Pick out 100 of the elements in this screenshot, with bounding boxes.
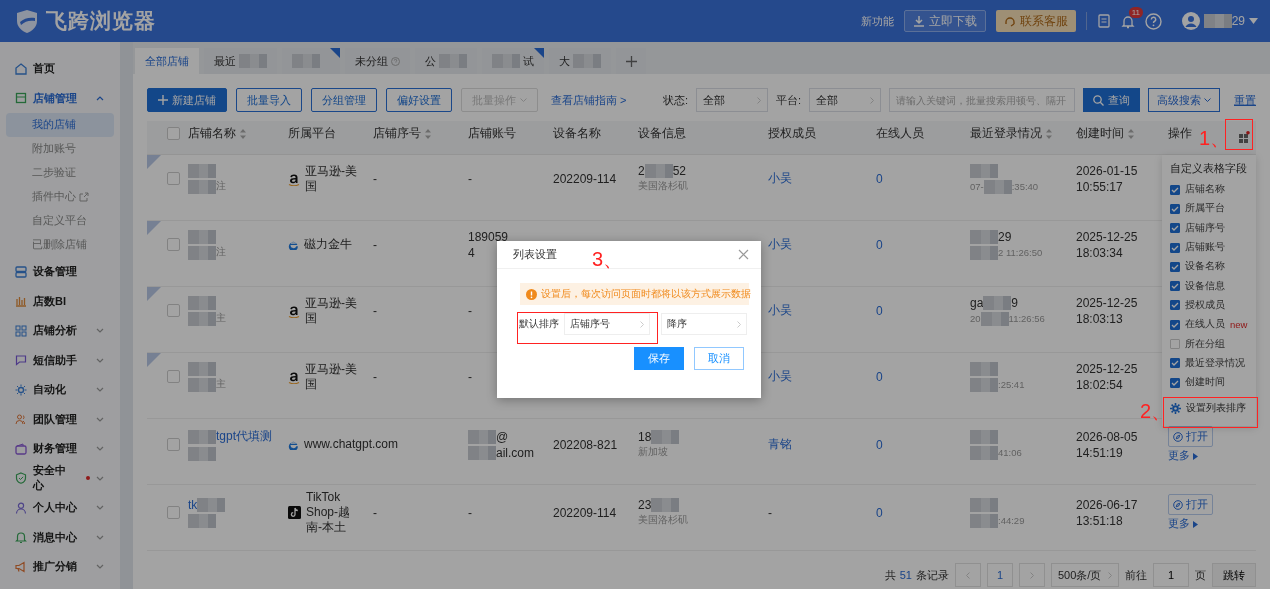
toolbar-button[interactable]: 偏好设置 <box>386 88 452 112</box>
member-link[interactable]: 青铭 <box>768 436 868 453</box>
sort-icon <box>1046 128 1052 139</box>
query-button[interactable]: 查询 <box>1083 88 1140 112</box>
column-option[interactable]: 设备名称 <box>1170 257 1256 277</box>
created-time: 2025-12-25 <box>1076 295 1139 310</box>
member-link[interactable]: 小吴 <box>768 302 868 320</box>
column-option[interactable]: 所属平台 <box>1170 199 1256 219</box>
checkbox[interactable] <box>1170 319 1180 330</box>
row-checkbox[interactable] <box>167 438 180 451</box>
sidebar-item[interactable]: 店数BI <box>6 286 114 316</box>
jump-button[interactable]: 跳转 <box>1212 563 1256 587</box>
checkbox[interactable] <box>1170 223 1180 234</box>
select-all-checkbox[interactable] <box>167 127 180 140</box>
more-link[interactable]: 更多 <box>1168 449 1256 463</box>
reset-link[interactable]: 重置 <box>1234 92 1256 108</box>
checkbox[interactable] <box>1170 281 1180 292</box>
column-option[interactable]: 设备信息 <box>1170 276 1256 296</box>
row-checkbox[interactable] <box>167 506 180 519</box>
column-option[interactable]: 店铺账号 <box>1170 237 1256 258</box>
select-field[interactable]: 降序 <box>661 313 747 335</box>
sidebar-item[interactable]: 推广分销 <box>6 552 114 582</box>
column-option[interactable]: 最近登录情况 <box>1170 353 1256 373</box>
sortable-column-header[interactable]: 最近登录情况 <box>970 125 1052 142</box>
checkbox[interactable] <box>1170 358 1180 369</box>
avatar-icon <box>1181 12 1200 30</box>
page-button[interactable]: 1 <box>987 563 1013 587</box>
sidebar-item[interactable]: 设备管理 <box>6 257 114 287</box>
created-time: 2025-12-25 <box>1076 361 1139 376</box>
row-checkbox[interactable] <box>167 304 180 318</box>
page-input[interactable]: 1 <box>1153 563 1189 587</box>
checkbox[interactable] <box>1170 300 1180 311</box>
sidebar-subitem[interactable]: 插件中心 <box>6 185 114 209</box>
new-features-link[interactable]: 新功能 <box>860 13 894 29</box>
redaction-block <box>970 245 998 260</box>
save-button[interactable]: 保存 <box>634 347 684 370</box>
sidebar-item[interactable]: 店铺分析 <box>6 316 114 346</box>
sidebar-item[interactable]: 店铺管理 <box>6 83 114 113</box>
toolbar-button[interactable]: 分组管理 <box>311 88 377 112</box>
sidebar-item[interactable]: 短信助手 <box>6 345 114 375</box>
checkbox[interactable] <box>1170 261 1180 272</box>
page-size-select[interactable]: 500条/页 <box>1051 563 1119 587</box>
help-icon <box>1144 12 1162 30</box>
sidebar-item[interactable]: 个人中心 <box>6 493 114 523</box>
checkbox[interactable] <box>1170 203 1180 214</box>
sidebar-item[interactable]: 团队管理 <box>6 404 114 434</box>
platform-name: www.chatgpt.com <box>304 437 399 452</box>
open-button[interactable]: 打开 <box>1168 494 1213 515</box>
redaction-block <box>188 163 216 178</box>
sidebar-item[interactable]: 财务管理 <box>6 434 114 464</box>
column-option[interactable]: 店铺名称 <box>1170 180 1256 200</box>
redaction-block <box>970 429 998 444</box>
online-count: 0 <box>876 303 884 318</box>
download-button[interactable]: 立即下载 <box>903 10 986 32</box>
menu-item-icon <box>15 354 27 367</box>
sidebar-item[interactable]: 自动化 <box>6 375 114 405</box>
member-link[interactable]: 小吴 <box>768 170 868 188</box>
open-button[interactable]: 打开 <box>1168 426 1213 447</box>
checkbox[interactable] <box>1170 184 1180 195</box>
sidebar-subitem[interactable]: 二步验证 <box>6 161 114 185</box>
more-link[interactable]: 更多 <box>1168 517 1256 531</box>
sidebar-subitem[interactable]: 已删除店铺 <box>6 233 114 257</box>
row-checkbox[interactable] <box>167 370 180 384</box>
row-checkbox[interactable] <box>167 238 180 252</box>
member-link[interactable]: 小吴 <box>768 368 868 386</box>
column-option[interactable]: 在线人员 new <box>1170 315 1256 335</box>
toolbar-button[interactable]: 新建店铺 <box>147 88 227 112</box>
check-icon <box>1171 360 1179 367</box>
guide-link[interactable]: 查看店铺指南 > <box>551 92 627 108</box>
column-settings-button[interactable] <box>1238 131 1250 146</box>
account-text: ail.com <box>496 445 534 460</box>
checkbox[interactable] <box>1170 242 1180 253</box>
checkbox[interactable] <box>1170 377 1180 388</box>
sortable-column-header[interactable]: 店铺名称 <box>188 125 246 142</box>
sidebar-item[interactable]: 安全中心 <box>6 463 114 493</box>
advanced-search-button[interactable]: 高级搜索 <box>1148 88 1220 112</box>
column-option[interactable]: 店铺序号 <box>1170 218 1256 238</box>
row-checkbox[interactable] <box>167 172 180 186</box>
close-button[interactable] <box>738 249 749 260</box>
select-field[interactable]: 全部 <box>809 88 881 112</box>
login-text: 41:06 <box>998 447 1022 458</box>
sidebar-subitem[interactable]: 自定义平台 <box>6 209 114 233</box>
column-option[interactable]: 所在分组 <box>1170 334 1256 354</box>
toolbar-button[interactable]: 批量导入 <box>236 88 302 112</box>
column-option[interactable]: 授权成员 <box>1170 295 1256 316</box>
sidebar-item[interactable]: 首页 <box>6 54 114 84</box>
sidebar-subitem[interactable]: 附加账号 <box>6 137 114 161</box>
redaction-block <box>197 497 226 512</box>
member-link[interactable]: 小吴 <box>768 236 868 254</box>
sortable-column-header[interactable]: 创建时间 <box>1076 125 1134 142</box>
sortable-column-header[interactable]: 店铺序号 <box>373 125 431 142</box>
sidebar-subitem[interactable]: 我的店铺 <box>6 113 114 137</box>
sort-settings-item[interactable]: 设置列表排序 <box>1170 394 1256 423</box>
group-tab[interactable]: 全部店铺 <box>135 48 199 74</box>
sidebar-item[interactable]: 消息中心 <box>6 522 114 552</box>
sort-icon <box>425 128 431 139</box>
column-option[interactable]: 创建时间 <box>1170 372 1256 393</box>
select-field[interactable]: 全部 <box>695 88 768 112</box>
cancel-button[interactable]: 取消 <box>694 347 744 370</box>
menu-item-icon <box>15 295 27 308</box>
